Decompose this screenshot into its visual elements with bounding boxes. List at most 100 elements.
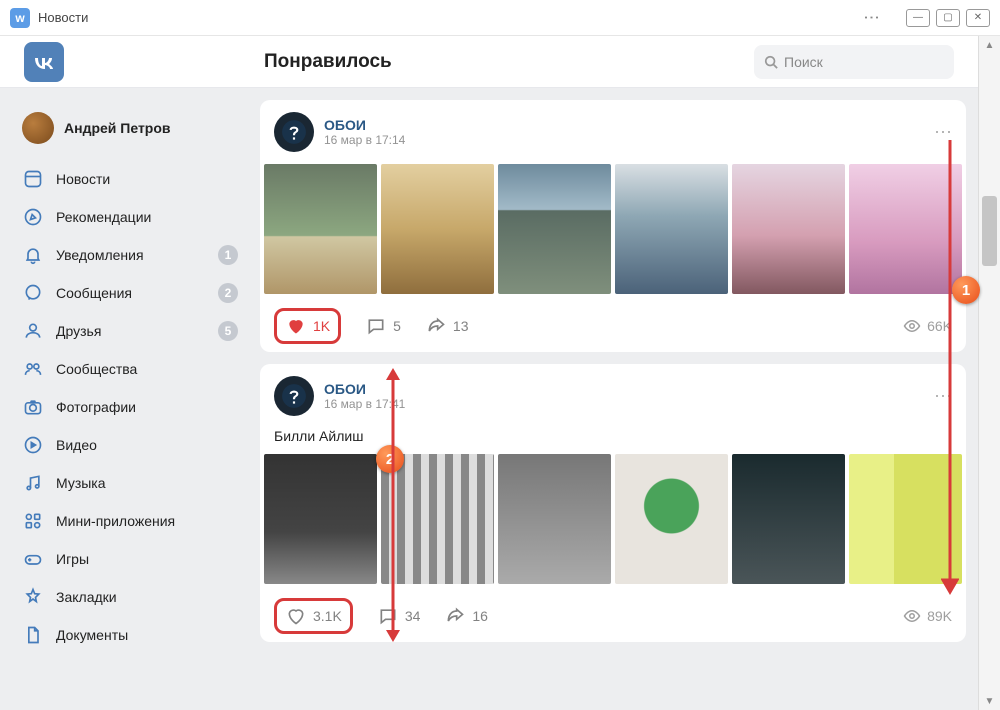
sidebar-item-news[interactable]: Новости — [12, 160, 248, 198]
post-images — [260, 454, 966, 590]
sidebar-item-games[interactable]: Игры — [12, 540, 248, 578]
search-placeholder: Поиск — [784, 54, 823, 70]
share-icon — [425, 315, 447, 337]
comment-button[interactable]: 5 — [365, 315, 401, 337]
document-icon — [22, 624, 44, 646]
comment-count: 34 — [405, 608, 421, 624]
bookmark-icon — [22, 586, 44, 608]
sidebar-item-label: Закладки — [56, 589, 117, 605]
sidebar-item-music[interactable]: Музыка — [12, 464, 248, 502]
sidebar-item-label: Фотографии — [56, 399, 136, 415]
share-button[interactable]: 13 — [425, 315, 469, 337]
sidebar-item-label: Игры — [56, 551, 89, 567]
sidebar-item-communities[interactable]: Сообщества — [12, 350, 248, 388]
post-image[interactable] — [732, 454, 845, 584]
minimize-button[interactable]: — — [906, 9, 930, 27]
share-button[interactable]: 16 — [444, 605, 488, 627]
post-image[interactable] — [264, 454, 377, 584]
sidebar-item-label: Музыка — [56, 475, 106, 491]
sidebar-item-mini-apps[interactable]: Мини-приложения — [12, 502, 248, 540]
avatar — [22, 112, 54, 144]
eye-icon — [903, 317, 921, 335]
post-author[interactable]: ОБОИ — [324, 117, 405, 133]
user-name: Андрей Петров — [64, 120, 171, 136]
sidebar-item-photos[interactable]: Фотографии — [12, 388, 248, 426]
sidebar-item-friends[interactable]: Друзья 5 — [12, 312, 248, 350]
community-avatar[interactable] — [274, 376, 314, 416]
scroll-thumb[interactable] — [982, 196, 997, 266]
comment-count: 5 — [393, 318, 401, 334]
sidebar-item-documents[interactable]: Документы — [12, 616, 248, 654]
post-image[interactable] — [498, 164, 611, 294]
sidebar-item-profile[interactable]: Андрей Петров — [12, 104, 248, 152]
close-button[interactable]: ✕ — [966, 9, 990, 27]
post-menu-icon[interactable]: ⋯ — [934, 386, 952, 407]
comment-button[interactable]: 34 — [377, 605, 421, 627]
maximize-button[interactable]: ▢ — [936, 9, 960, 27]
sidebar-item-label: Документы — [56, 627, 128, 643]
heart-icon — [285, 605, 307, 627]
post-image[interactable] — [732, 164, 845, 294]
post-images — [260, 164, 966, 300]
post-image[interactable] — [264, 164, 377, 294]
like-button[interactable]: 1K — [274, 308, 341, 344]
search-icon — [764, 55, 778, 69]
sidebar-item-recommendations[interactable]: Рекомендации — [12, 198, 248, 236]
sidebar-item-label: Рекомендации — [56, 209, 151, 225]
share-count: 13 — [453, 318, 469, 334]
community-avatar[interactable] — [274, 112, 314, 152]
post-image[interactable] — [849, 454, 962, 584]
sidebar-item-bookmarks[interactable]: Закладки — [12, 578, 248, 616]
post-menu-icon[interactable]: ⋯ — [934, 122, 952, 143]
message-icon — [22, 282, 44, 304]
post-image[interactable] — [381, 454, 494, 584]
search-input[interactable]: Поиск — [754, 45, 954, 79]
sidebar-item-messages[interactable]: Сообщения 2 — [12, 274, 248, 312]
bell-icon — [22, 244, 44, 266]
post-image[interactable] — [615, 164, 728, 294]
camera-icon — [22, 396, 44, 418]
window-titlebar: w Новости ⋮ — ▢ ✕ — [0, 0, 1000, 36]
comment-icon — [377, 605, 399, 627]
sidebar-item-video[interactable]: Видео — [12, 426, 248, 464]
app-icon: w — [10, 8, 30, 28]
post: ОБОИ 16 мар в 17:41 ⋯ Билли Айлиш — [260, 364, 966, 642]
sidebar-item-label: Сообщества — [56, 361, 137, 377]
topbar: Понравилось Поиск — [0, 36, 978, 88]
post-image[interactable] — [615, 454, 728, 584]
window-title: Новости — [38, 10, 88, 25]
post-author[interactable]: ОБОИ — [324, 381, 405, 397]
post-image[interactable] — [498, 454, 611, 584]
post-text: Билли Айлиш — [260, 428, 966, 454]
vk-logo[interactable] — [24, 42, 64, 82]
sidebar-item-label: Сообщения — [56, 285, 132, 301]
heart-icon — [285, 315, 307, 337]
like-count: 1K — [313, 318, 330, 334]
scroll-up-arrow[interactable]: ▲ — [979, 36, 1000, 54]
view-count: 89K — [903, 607, 952, 625]
post-time: 16 мар в 17:41 — [324, 397, 405, 411]
sidebar-item-label: Уведомления — [56, 247, 144, 263]
games-icon — [22, 548, 44, 570]
badge: 1 — [218, 245, 238, 265]
news-icon — [22, 168, 44, 190]
friends-icon — [22, 320, 44, 342]
sidebar-item-notifications[interactable]: Уведомления 1 — [12, 236, 248, 274]
like-count: 3.1K — [313, 608, 342, 624]
scroll-down-arrow[interactable]: ▼ — [979, 692, 1000, 710]
post-image[interactable] — [381, 164, 494, 294]
share-count: 16 — [472, 608, 488, 624]
page-title: Понравилось — [264, 51, 392, 73]
feed: ОБОИ 16 мар в 17:14 ⋯ — [260, 88, 978, 670]
sidebar-item-label: Друзья — [56, 323, 101, 339]
apps-icon — [22, 510, 44, 532]
post-image[interactable] — [849, 164, 962, 294]
like-button[interactable]: 3.1K — [274, 598, 353, 634]
compass-icon — [22, 206, 44, 228]
scrollbar[interactable]: ▲ ▼ — [978, 36, 1000, 710]
overflow-menu-icon[interactable]: ⋮ — [862, 9, 882, 26]
view-count-label: 89K — [927, 608, 952, 624]
comment-icon — [365, 315, 387, 337]
video-icon — [22, 434, 44, 456]
share-icon — [444, 605, 466, 627]
